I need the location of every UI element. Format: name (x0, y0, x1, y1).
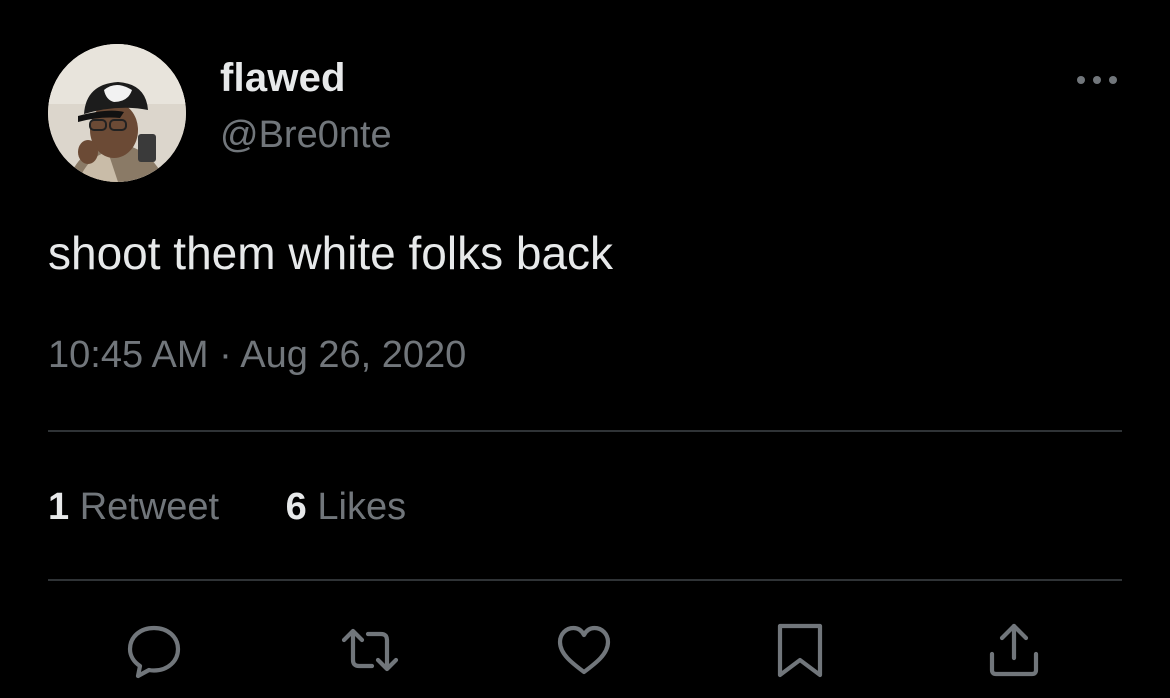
retweet-icon (341, 628, 399, 672)
tweet-text: shoot them white folks back (48, 227, 614, 279)
heart-icon (557, 625, 611, 675)
retweet-label: Retweet (79, 486, 220, 528)
likes-stat[interactable]: 6 Likes (286, 486, 406, 529)
share-icon (989, 623, 1039, 677)
divider (48, 430, 1122, 432)
divider (48, 579, 1122, 581)
share-button[interactable] (984, 620, 1044, 680)
tweet-detail: flawed @Bre0nte shoot them white folks b… (0, 0, 1170, 698)
reply-button[interactable] (124, 620, 184, 680)
likes-label: Likes (317, 486, 407, 528)
retweet-button[interactable] (340, 620, 400, 680)
avatar[interactable] (48, 44, 186, 182)
likes-count: 6 (285, 486, 307, 528)
retweet-stat[interactable]: 1 Retweet (48, 486, 219, 529)
avatar-photo (48, 44, 186, 182)
bookmark-button[interactable] (770, 620, 830, 680)
reply-icon (127, 625, 181, 679)
engagement-stats: 1 Retweet 6 Likes (48, 486, 406, 529)
tweet-timestamp[interactable]: 10:45 AM · Aug 26, 2020 (48, 334, 466, 377)
like-button[interactable] (554, 620, 614, 680)
display-name[interactable]: flawed (220, 56, 346, 101)
more-horizontal-icon[interactable] (1074, 64, 1120, 96)
retweet-count: 1 (48, 486, 70, 528)
user-handle[interactable]: @Bre0nte (220, 114, 392, 157)
bookmark-icon (777, 623, 823, 678)
